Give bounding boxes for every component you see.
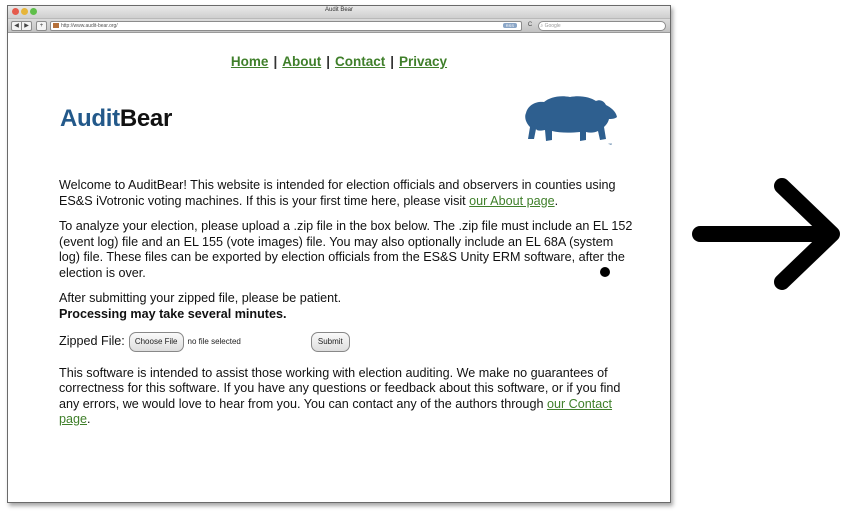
top-navigation: Home | About | Contact | Privacy bbox=[8, 54, 670, 69]
nav-separator: | bbox=[390, 54, 395, 69]
patience-text: After submitting your zipped file, pleas… bbox=[59, 291, 342, 305]
choose-file-button[interactable]: Choose File bbox=[128, 332, 184, 352]
intro-paragraph: Welcome to AuditBear! This website is in… bbox=[59, 178, 634, 209]
search-placeholder: Google bbox=[544, 23, 561, 29]
nav-separator: | bbox=[273, 54, 278, 69]
bear-logo-icon: ™ bbox=[525, 96, 617, 147]
rss-badge[interactable]: RSS bbox=[502, 23, 517, 28]
browser-window: Audit Bear ◀ ▶ + http://www.audit-bear.o… bbox=[7, 5, 671, 503]
nav-link-about[interactable]: About bbox=[282, 54, 321, 69]
forward-button[interactable]: ▶ bbox=[21, 21, 32, 31]
main-text: Welcome to AuditBear! This website is in… bbox=[59, 178, 634, 438]
upload-form: Zipped File: Choose File no file selecte… bbox=[59, 332, 634, 352]
intro-end: . bbox=[554, 193, 559, 208]
nav-link-home[interactable]: Home bbox=[231, 54, 269, 69]
svg-text:™: ™ bbox=[608, 142, 612, 147]
cursor-dot bbox=[600, 267, 610, 277]
add-bookmark-button[interactable]: + bbox=[36, 21, 47, 31]
window-title: Audit Bear bbox=[324, 7, 354, 13]
right-arrow-icon bbox=[692, 178, 840, 290]
submit-button[interactable]: Submit bbox=[310, 332, 350, 352]
nav-link-privacy[interactable]: Privacy bbox=[399, 54, 447, 69]
reload-icon[interactable]: C bbox=[526, 21, 534, 29]
nav-separator: | bbox=[326, 54, 330, 69]
address-text: http://www.audit-bear.org/ bbox=[61, 23, 118, 29]
disclaimer-paragraph: This software is intended to assist thos… bbox=[59, 366, 634, 428]
disclaimer-text: This software is intended to assist thos… bbox=[59, 365, 621, 411]
search-input[interactable]: ⌕ Google bbox=[538, 21, 666, 31]
browser-toolbar: ◀ ▶ + http://www.audit-bear.org/ RSS C ⌕… bbox=[8, 19, 670, 33]
about-page-link[interactable]: our About page bbox=[469, 194, 554, 208]
favicon-icon bbox=[53, 23, 59, 29]
processing-warning: Processing may take several minutes. bbox=[59, 306, 287, 321]
instructions-paragraph: To analyze your election, please upload … bbox=[59, 219, 633, 280]
page-content: Home | About | Contact | Privacy AuditBear ™ W… bbox=[8, 33, 670, 502]
zipped-file-label: Zipped File: bbox=[59, 334, 125, 348]
file-status-text: no file selected bbox=[187, 337, 241, 346]
window-titlebar: Audit Bear bbox=[8, 6, 670, 19]
logo-bear: Bear bbox=[119, 105, 172, 132]
patience-paragraph: After submitting your zipped file, pleas… bbox=[59, 291, 634, 322]
nav-link-contact[interactable]: Contact bbox=[335, 54, 385, 69]
logo-audit: Audit bbox=[60, 105, 120, 132]
address-bar[interactable]: http://www.audit-bear.org/ RSS bbox=[50, 21, 522, 31]
site-logo[interactable]: AuditBear bbox=[60, 105, 172, 133]
disclaimer-end: . bbox=[87, 412, 91, 426]
